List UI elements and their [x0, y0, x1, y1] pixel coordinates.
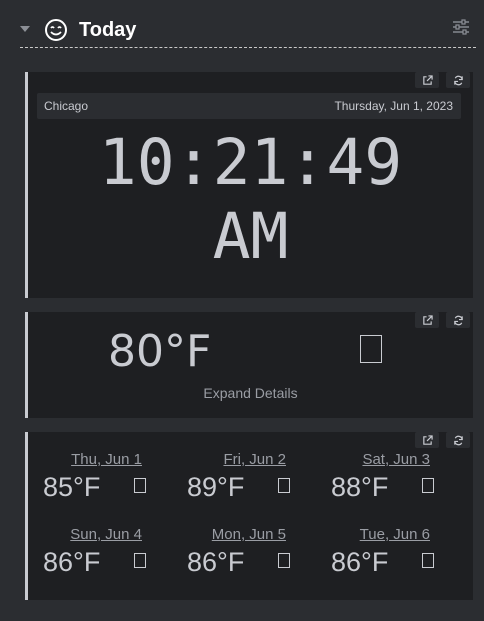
refresh-icon — [453, 435, 463, 445]
forecast-temperature: 86°F — [331, 547, 389, 577]
expand-details-link[interactable]: Expand Details — [28, 385, 473, 401]
forecast-day-link[interactable]: Fri, Jun 2 — [172, 451, 286, 468]
weather-condition-icon — [278, 553, 290, 568]
refresh-button[interactable] — [446, 432, 470, 448]
forecast-day-link[interactable]: Mon, Jun 5 — [172, 526, 286, 543]
forecast-day-link[interactable]: Sun, Jun 4 — [28, 526, 142, 543]
forecast-temperature: 85°F — [43, 472, 101, 502]
forecast-temperature: 88°F — [331, 472, 389, 502]
external-link-icon — [422, 434, 433, 445]
open-external-button[interactable] — [415, 312, 439, 328]
weather-condition-icon — [278, 478, 290, 493]
section-title: Today — [79, 19, 137, 41]
chevron-down-icon[interactable] — [20, 26, 30, 32]
refresh-icon — [453, 75, 463, 85]
open-external-button[interactable] — [415, 72, 439, 88]
weather-card: 80°F Expand Details — [25, 312, 473, 418]
external-link-icon — [422, 314, 433, 325]
sliders-icon[interactable] — [452, 18, 470, 36]
external-link-icon — [422, 74, 433, 85]
forecast-day-link[interactable]: Thu, Jun 1 — [28, 451, 142, 468]
forecast-day: Mon, Jun 5 86°F — [172, 526, 302, 577]
clock-time: 10:21:49 — [98, 126, 403, 199]
clock-city: Chicago — [44, 99, 89, 113]
forecast-day: Tue, Jun 6 86°F — [316, 526, 446, 577]
current-temperature: 80°F — [108, 326, 212, 377]
forecast-day: Sat, Jun 3 88°F — [316, 451, 446, 502]
forecast-temperature: 89°F — [187, 472, 245, 502]
section-header: Today — [20, 14, 476, 48]
forecast-card: Thu, Jun 1 85°F Fri, Jun 2 89°F Sat, Jun… — [25, 432, 473, 600]
forecast-temperature: 86°F — [187, 547, 245, 577]
open-external-button[interactable] — [415, 432, 439, 448]
forecast-day-link[interactable]: Sat, Jun 3 — [316, 451, 430, 468]
weather-condition-icon — [134, 553, 146, 568]
weather-condition-icon — [422, 553, 434, 568]
smile-icon — [45, 19, 67, 41]
weather-condition-icon — [360, 335, 382, 363]
forecast-day-link[interactable]: Tue, Jun 6 — [316, 526, 430, 543]
refresh-button[interactable] — [446, 72, 470, 88]
weather-condition-icon — [134, 478, 146, 493]
clock-date: Thursday, Jun 1, 2023 — [334, 99, 453, 113]
forecast-day: Fri, Jun 2 89°F — [172, 451, 302, 502]
weather-condition-icon — [422, 478, 434, 493]
refresh-icon — [453, 315, 463, 325]
forecast-day: Sun, Jun 4 86°F — [28, 526, 158, 577]
clock-card: Chicago Thursday, Jun 1, 2023 10:21:49 A… — [25, 72, 473, 298]
clock-ampm: AM — [212, 200, 289, 273]
forecast-day: Thu, Jun 1 85°F — [28, 451, 158, 502]
refresh-button[interactable] — [446, 312, 470, 328]
clock-header: Chicago Thursday, Jun 1, 2023 — [37, 93, 461, 119]
forecast-temperature: 86°F — [43, 547, 101, 577]
